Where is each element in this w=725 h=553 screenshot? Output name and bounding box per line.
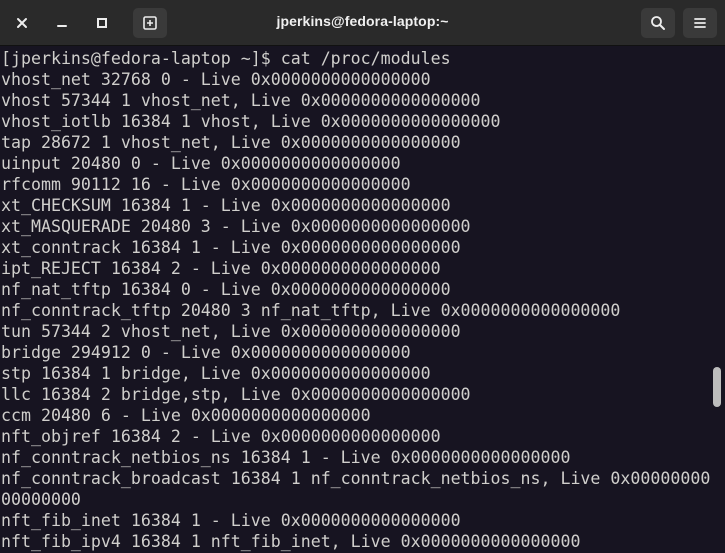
scrollbar-thumb[interactable] [713, 367, 721, 407]
search-button[interactable] [641, 8, 675, 38]
prompt-line: [jperkins@fedora-laptop ~]$ cat /proc/mo… [1, 49, 451, 68]
output-line: nf_conntrack_broadcast 16384 1 nf_conntr… [1, 469, 710, 488]
output-line: nft_objref 16384 2 - Live 0x000000000000… [1, 427, 441, 446]
output-line: ipt_REJECT 16384 2 - Live 0x000000000000… [1, 259, 441, 278]
terminal-output[interactable]: [jperkins@fedora-laptop ~]$ cat /proc/mo… [0, 46, 710, 553]
terminal-window: jperkins@fedora-laptop:~ [jperkins@fedor… [0, 0, 725, 553]
output-line: nf_conntrack_netbios_ns 16384 1 - Live 0… [1, 448, 571, 467]
output-line: tap 28672 1 vhost_net, Live 0x0000000000… [1, 133, 461, 152]
output-line: xt_CHECKSUM 16384 1 - Live 0x00000000000… [1, 196, 451, 215]
output-line: rfcomm 90112 16 - Live 0x000000000000000… [1, 175, 411, 194]
search-icon [651, 16, 665, 30]
output-line: nf_nat_tftp 16384 0 - Live 0x00000000000… [1, 280, 451, 299]
output-line: vhost_net 32768 0 - Live 0x0000000000000… [1, 70, 431, 89]
scrollbar[interactable] [710, 46, 725, 553]
output-line: nf_conntrack_tftp 20480 3 nf_nat_tftp, L… [1, 301, 621, 320]
output-line: uinput 20480 0 - Live 0x0000000000000000 [1, 154, 401, 173]
hamburger-menu-icon [694, 18, 706, 28]
output-line: nft_fib_ipv4 16384 1 nft_fib_inet, Live … [1, 532, 581, 551]
output-line: llc 16384 2 bridge,stp, Live 0x000000000… [1, 385, 471, 404]
output-line: nft_fib_inet 16384 1 - Live 0x0000000000… [1, 511, 461, 530]
output-line: bridge 294912 0 - Live 0x000000000000000… [1, 343, 411, 362]
output-line: xt_conntrack 16384 1 - Live 0x0000000000… [1, 238, 461, 257]
output-line: tun 57344 2 vhost_net, Live 0x0000000000… [1, 322, 461, 341]
output-line: xt_MASQUERADE 20480 3 - Live 0x000000000… [1, 217, 471, 236]
menu-button[interactable] [683, 8, 717, 38]
output-line: ccm 20480 6 - Live 0x0000000000000000 [1, 406, 371, 425]
output-line: vhost 57344 1 vhost_net, Live 0x00000000… [1, 91, 481, 110]
titlebar: jperkins@fedora-laptop:~ [0, 0, 725, 46]
output-line-wrapped: 00000000 [1, 490, 81, 509]
output-line: stp 16384 1 bridge, Live 0x0000000000000… [1, 364, 431, 383]
output-line: vhost_iotlb 16384 1 vhost, Live 0x000000… [1, 112, 501, 131]
window-title: jperkins@fedora-laptop:~ [276, 13, 449, 29]
